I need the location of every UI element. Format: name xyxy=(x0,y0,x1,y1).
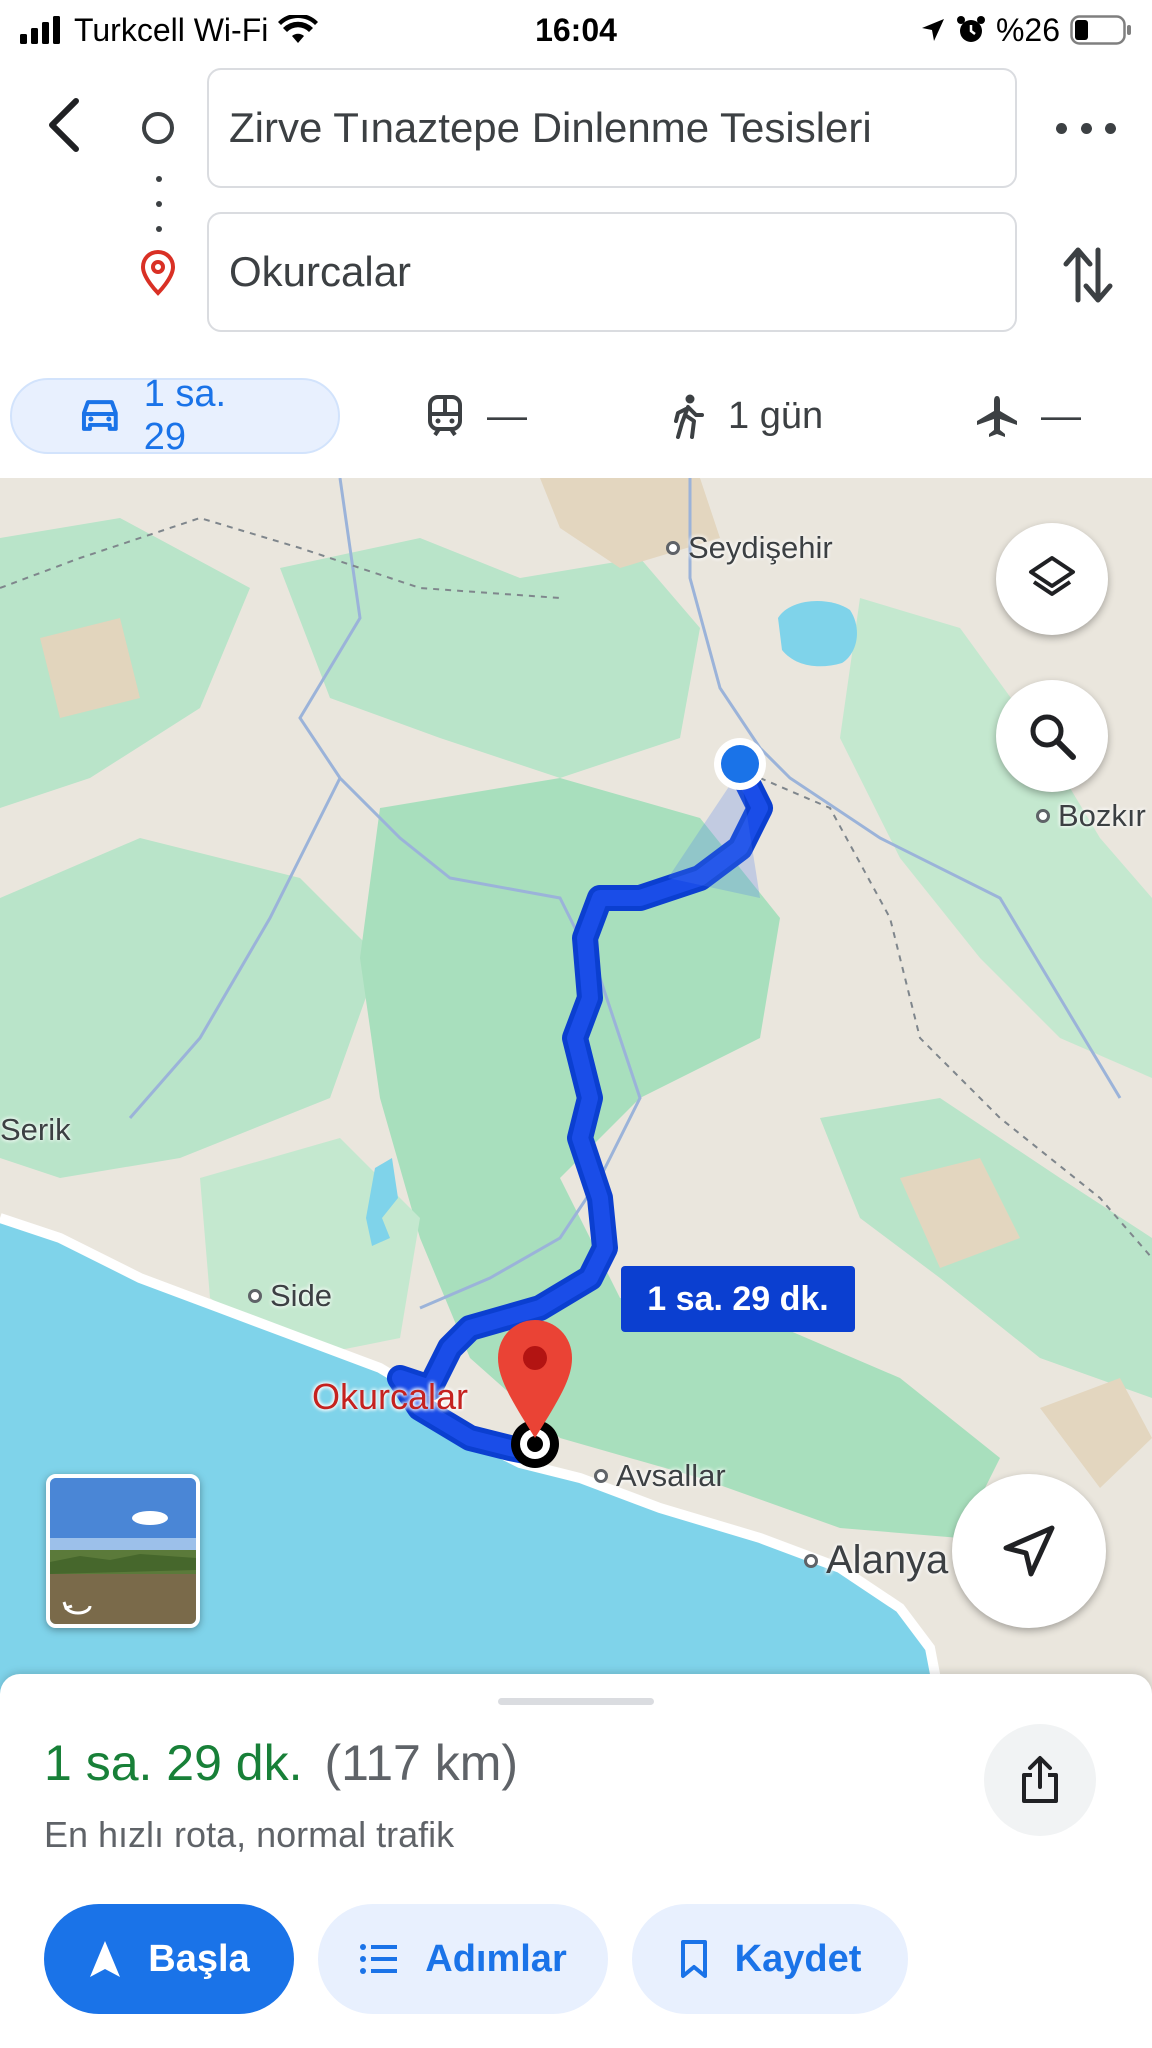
route-note: En hızlı rota, normal trafik xyxy=(44,1814,455,1855)
destination-input[interactable]: Okurcalar xyxy=(207,212,1017,332)
start-button[interactable]: Başla xyxy=(44,1904,294,2014)
more-icon xyxy=(1056,122,1067,134)
swap-button[interactable] xyxy=(1060,240,1116,310)
search-icon xyxy=(1030,714,1076,760)
alarm-icon xyxy=(956,15,986,45)
save-button[interactable]: Kaydet xyxy=(632,1904,908,2014)
origin-input[interactable]: Zirve Tınaztepe Dinlenme Tesisleri xyxy=(207,68,1017,188)
share-button[interactable] xyxy=(984,1724,1096,1836)
start-label: Başla xyxy=(148,1937,250,1980)
tab-drive[interactable]: 1 sa. 29 xyxy=(10,373,340,458)
plane-icon xyxy=(977,396,1017,437)
layers-button[interactable] xyxy=(996,523,1108,635)
save-label: Kaydet xyxy=(734,1937,862,1980)
directions-header: Zirve Tınaztepe Dinlenme Tesisleri Okurc… xyxy=(0,60,1152,350)
navigate-icon xyxy=(1003,1525,1055,1577)
destination-pin-icon xyxy=(140,249,176,301)
route-summary-sheet: 1 sa. 29 dk. (117 km) En hızlı rota, norm… xyxy=(0,1674,1152,2048)
transit-time: — xyxy=(487,393,527,438)
navigate-button[interactable] xyxy=(952,1474,1106,1628)
tab-flight[interactable]: — xyxy=(975,378,1081,454)
battery-percent: %26 xyxy=(995,11,1060,48)
origin-circle-icon xyxy=(142,112,174,144)
car-icon xyxy=(81,400,118,431)
place-serik[interactable]: Serik xyxy=(0,1112,71,1148)
sheet-drag-handle[interactable] xyxy=(498,1698,654,1705)
walk-icon xyxy=(674,394,704,439)
street-view-thumbnail[interactable] xyxy=(46,1474,200,1628)
navigation-arrow-icon xyxy=(90,1941,121,1977)
swap-icon xyxy=(1063,247,1113,303)
route-distance: (117 km) xyxy=(324,1735,519,1791)
place-alanya[interactable]: Alanya xyxy=(804,1538,948,1583)
battery-icon xyxy=(1070,15,1132,45)
destination-label[interactable]: Okurcalar xyxy=(312,1376,468,1418)
tab-walk[interactable]: 1 gün xyxy=(670,378,823,454)
place-avsallar[interactable]: Avsallar xyxy=(594,1458,726,1494)
steps-button[interactable]: Adımlar xyxy=(318,1904,608,2014)
walk-time: 1 gün xyxy=(728,394,824,437)
place-side[interactable]: Side xyxy=(248,1278,332,1314)
drive-time: 1 sa. 29 xyxy=(143,373,227,458)
layers-icon xyxy=(1029,556,1075,596)
street-view-image xyxy=(50,1478,196,1624)
share-icon xyxy=(1022,1756,1058,1803)
start-dot xyxy=(721,745,759,783)
map-view[interactable]: Seydişehir Bozkır Serik Side Avsallar Al… xyxy=(0,478,1152,1700)
list-icon xyxy=(360,1944,398,1974)
status-right: %26 xyxy=(920,8,1132,52)
tab-transit[interactable]: — xyxy=(425,378,527,454)
bookmark-icon xyxy=(680,1940,707,1978)
back-button[interactable] xyxy=(36,90,92,160)
steps-label: Adımlar xyxy=(425,1937,567,1980)
connector-dots xyxy=(155,176,163,232)
route-time-badge[interactable]: 1 sa. 29 dk. xyxy=(621,1266,855,1332)
search-button[interactable] xyxy=(996,680,1108,792)
status-bar: Turkcell Wi-Fi 16:04 %26 xyxy=(0,0,1152,60)
route-summary: 1 sa. 29 dk. (117 km) xyxy=(44,1734,518,1792)
train-icon xyxy=(428,395,462,437)
travel-mode-tabs: 1 sa. 29 — 1 gün — xyxy=(0,370,1152,460)
flight-time: — xyxy=(1041,393,1081,438)
map-lake xyxy=(778,600,857,667)
place-seydisehir[interactable]: Seydişehir xyxy=(666,530,833,566)
location-arrow-icon xyxy=(920,17,946,43)
route-duration: 1 sa. 29 dk. xyxy=(44,1735,303,1791)
place-bozkir[interactable]: Bozkır xyxy=(1036,798,1146,834)
more-options-button[interactable] xyxy=(1056,108,1116,148)
back-icon xyxy=(49,98,79,152)
